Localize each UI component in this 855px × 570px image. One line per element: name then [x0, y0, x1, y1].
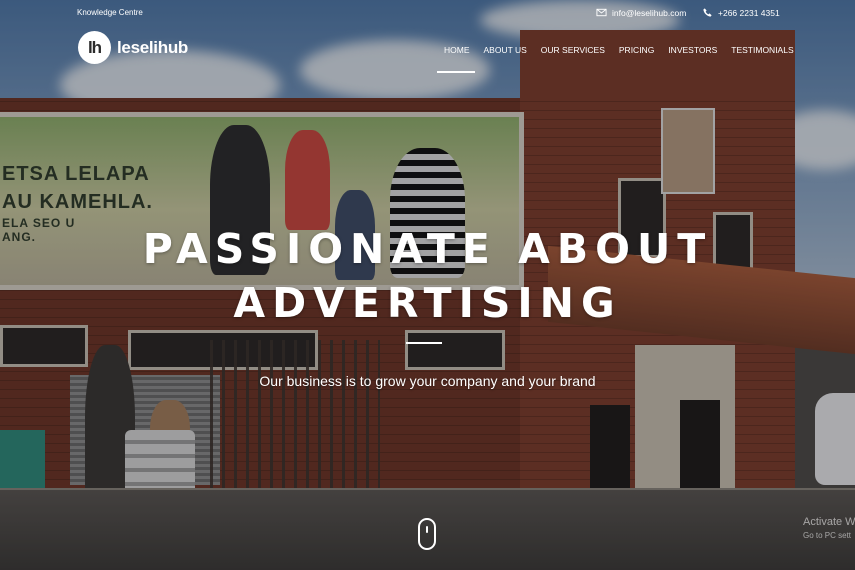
phone-text[interactable]: +266 2231 4351: [718, 8, 780, 18]
nav-home[interactable]: HOME: [437, 45, 475, 73]
nav-testimonials[interactable]: TESTIMONIALS: [731, 45, 793, 55]
hero-subtitle: Our business is to grow your company and…: [259, 373, 596, 389]
phone-icon: [703, 8, 712, 17]
hero-title-line: ADVERTISING: [233, 279, 622, 327]
envelope-icon: [596, 8, 607, 17]
email-text[interactable]: info@leselihub.com: [612, 8, 686, 18]
hero-title: PASSIONATE ABOUT ADVERTISING: [0, 222, 855, 330]
nav-pricing[interactable]: PRICING: [619, 45, 654, 55]
hero-title-line: PASSIONATE ABOUT: [142, 225, 713, 273]
knowledge-centre-link[interactable]: Knowledge Centre: [77, 8, 143, 17]
watermark-line: Go to PC sett: [803, 531, 852, 540]
phone-contact[interactable]: +266 2231 4351: [702, 7, 780, 18]
logo-mark: lh: [78, 31, 111, 64]
top-bar: Knowledge Centre info@leselihub.com +266…: [0, 0, 855, 26]
hero-divider: [406, 342, 442, 344]
activate-windows-watermark: Activate W Go to PC sett: [803, 516, 855, 542]
logo-wordmark: leselihub: [117, 37, 188, 57]
nav-investors[interactable]: INVESTORS: [668, 45, 717, 55]
nav-about-us[interactable]: ABOUT US: [484, 45, 527, 55]
main-nav: HOME ABOUT US OUR SERVICES PRICING INVES…: [437, 45, 808, 73]
email-contact[interactable]: info@leselihub.com: [596, 7, 686, 18]
site-logo[interactable]: lh leselihub: [78, 31, 188, 64]
nav-our-services[interactable]: OUR SERVICES: [541, 45, 605, 55]
watermark-line: Activate W: [803, 516, 855, 528]
mouse-scroll-icon[interactable]: [418, 518, 436, 550]
